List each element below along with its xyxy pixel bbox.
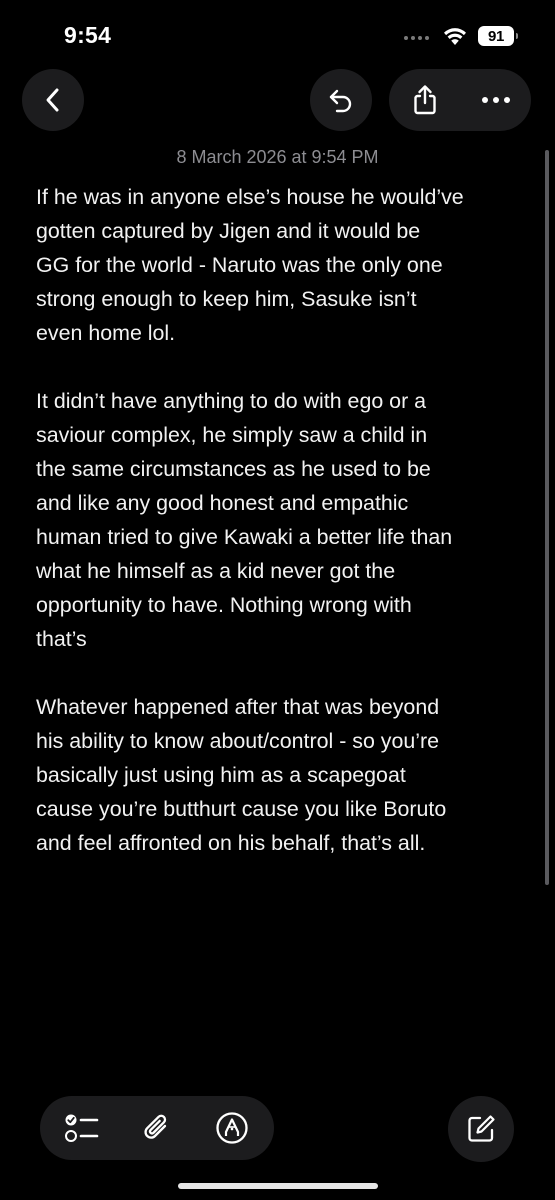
status-bar: 9:54 91 — [0, 0, 555, 70]
note-line: GG for the world - Naruto was the only o… — [36, 253, 443, 277]
battery-icon: 91 — [478, 26, 518, 46]
scrollbar[interactable] — [545, 150, 549, 885]
status-time: 9:54 — [64, 22, 112, 48]
markup-pen-icon — [216, 1112, 248, 1144]
note-line: basically just using him as a scapegoat — [36, 763, 406, 787]
note-line: strong enough to keep him, Sasuke isn’t — [36, 287, 417, 311]
note-date: 8 March 2026 at 9:54 PM — [176, 147, 379, 167]
chevron-left-icon — [46, 88, 59, 112]
battery-level: 91 — [487, 27, 505, 45]
paperclip-icon — [144, 1114, 167, 1139]
home-indicator[interactable] — [178, 1183, 378, 1189]
more-button[interactable] — [460, 69, 531, 131]
cellular-dots-icon — [404, 36, 429, 40]
note-line: that’s — [36, 627, 87, 651]
note-line: even home lol. — [36, 321, 176, 345]
undo-icon — [329, 89, 352, 113]
undo-button[interactable] — [310, 69, 372, 131]
note-line: human tried to give Kawaki a better life… — [36, 525, 453, 549]
note-body[interactable]: If he was in anyone else’s house he woul… — [36, 180, 526, 894]
note-line: his ability to know about/control - so y… — [36, 729, 440, 753]
note-line: what he himself as a kid never got the — [36, 559, 396, 583]
attachment-button[interactable] — [125, 1096, 189, 1160]
note-line: Whatever happened after that was beyond — [36, 695, 440, 719]
more-icon — [481, 97, 510, 103]
note-line: and feel affronted on his behalf, that’s… — [36, 831, 426, 855]
wifi-icon — [444, 28, 466, 45]
note-line: gotten captured by Jigen and it would be — [36, 219, 421, 243]
back-button[interactable] — [22, 69, 84, 131]
note-actions-group — [389, 69, 531, 131]
share-button[interactable] — [389, 69, 460, 131]
compose-icon — [468, 1115, 495, 1142]
note-line: opportunity to have. Nothing wrong with — [36, 593, 412, 617]
bottom-toolbar — [40, 1096, 274, 1160]
new-note-button[interactable] — [448, 1096, 514, 1162]
note-line: It didn’t have anything to do with ego o… — [36, 389, 427, 413]
checklist-button[interactable] — [50, 1096, 114, 1160]
note-line: the same circumstances as he used to be — [36, 457, 431, 481]
note-line: cause you’re butthurt cause you like Bor… — [36, 797, 447, 821]
note-paragraph: If he was in anyone else’s house he woul… — [36, 180, 526, 350]
checklist-icon — [64, 1114, 98, 1142]
note-paragraph: Whatever happened after that was beyond h… — [36, 690, 526, 860]
share-icon — [413, 85, 436, 115]
note-paragraph: It didn’t have anything to do with ego o… — [36, 384, 526, 656]
note-line: and like any good honest and empathic — [36, 491, 409, 515]
note-line: saviour complex, he simply saw a child i… — [36, 423, 428, 447]
markup-button[interactable] — [200, 1096, 264, 1160]
note-line: If he was in anyone else’s house he woul… — [36, 185, 464, 209]
